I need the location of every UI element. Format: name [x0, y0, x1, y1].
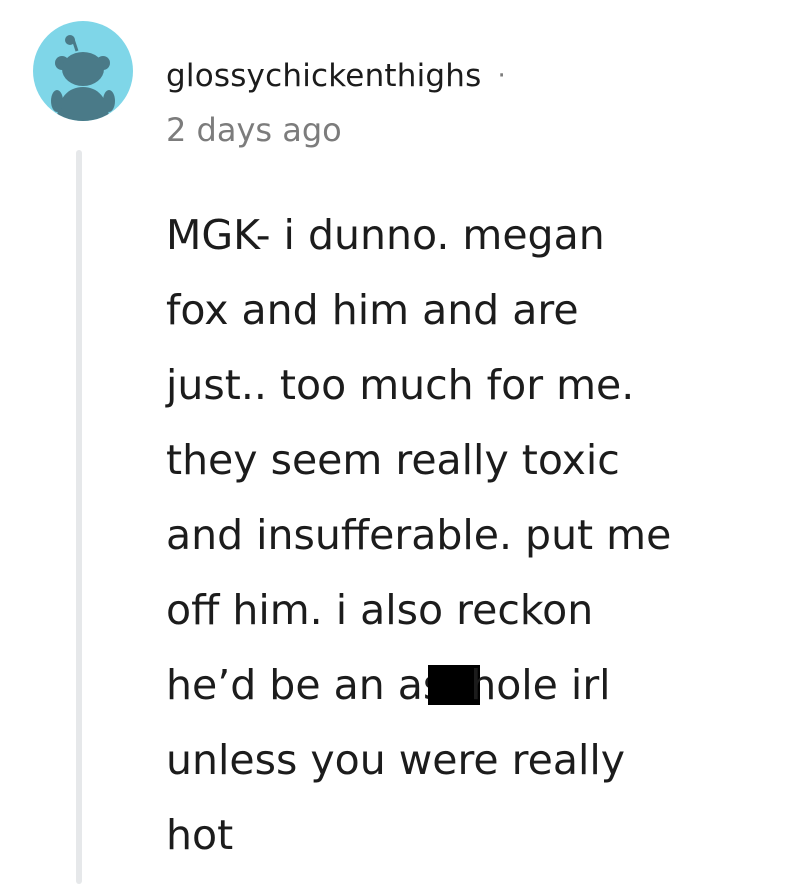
username-link[interactable]: glossychickenthighs	[166, 58, 482, 94]
comment-line: and insufferable. put me	[166, 511, 672, 559]
comment-line: just.. too much for me.	[166, 361, 635, 409]
comment-line: off him. i also reckon	[166, 586, 594, 634]
comment-line: MGK- i dunno. megan	[166, 211, 605, 259]
comment-line-censored: he’d be an as hole irl	[166, 648, 786, 723]
comment-line: unless you were really	[166, 736, 626, 784]
thread-line[interactable]	[76, 150, 82, 884]
separator-dot: ·	[497, 61, 506, 91]
user-avatar[interactable]	[33, 21, 133, 121]
comment-body: MGK- i dunno. megan fox and him and are …	[166, 198, 786, 873]
comment-header: glossychickenthighs ·	[166, 54, 506, 98]
comment-line: hot	[166, 811, 234, 859]
comment-text-before-censor: he’d be an as	[166, 661, 445, 709]
comment-text-after-censor: hole irl	[470, 661, 611, 709]
comment-line: fox and him and are	[166, 286, 579, 334]
snoo-avatar-icon	[51, 35, 115, 121]
comment-line: they seem really toxic	[166, 436, 620, 484]
comment-timestamp: 2 days ago	[166, 111, 342, 149]
